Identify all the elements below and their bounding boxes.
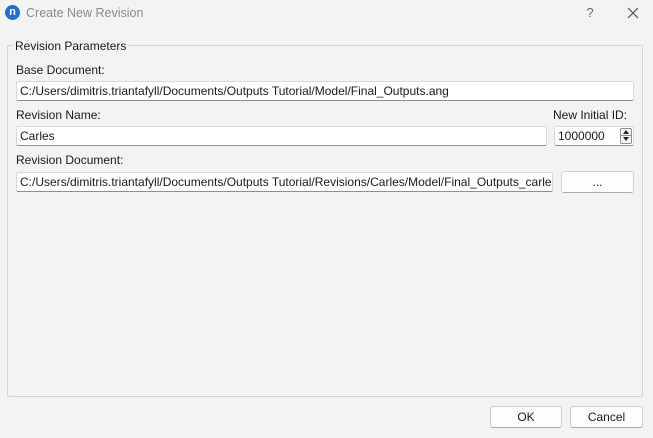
help-button[interactable]: ? (580, 3, 600, 23)
revision-name-label: Revision Name: (16, 108, 101, 122)
revision-document-field[interactable]: C:/Users/dimitris.triantafyll/Documents/… (16, 172, 553, 192)
new-initial-id-spinbox[interactable]: 1000000 (554, 126, 634, 146)
base-document-field[interactable]: C:/Users/dimitris.triantafyll/Documents/… (16, 81, 634, 101)
new-initial-id-label: New Initial ID: (553, 108, 628, 122)
ok-button[interactable]: OK (490, 406, 562, 428)
spin-arrows[interactable] (620, 128, 632, 144)
browse-button[interactable]: ... (561, 171, 634, 193)
close-button[interactable] (623, 3, 643, 23)
app-logo-icon: n (5, 5, 20, 20)
window-title: Create New Revision (26, 6, 144, 20)
spin-down-icon[interactable] (620, 136, 632, 144)
revision-name-input[interactable]: Carles (16, 126, 547, 146)
spin-up-icon[interactable] (620, 128, 632, 136)
revision-document-label: Revision Document: (16, 153, 124, 167)
cancel-button[interactable]: Cancel (570, 406, 643, 428)
close-icon (627, 7, 639, 19)
group-title: Revision Parameters (13, 39, 129, 53)
base-document-label: Base Document: (16, 63, 105, 77)
title-bar: n Create New Revision ? (0, 0, 653, 26)
